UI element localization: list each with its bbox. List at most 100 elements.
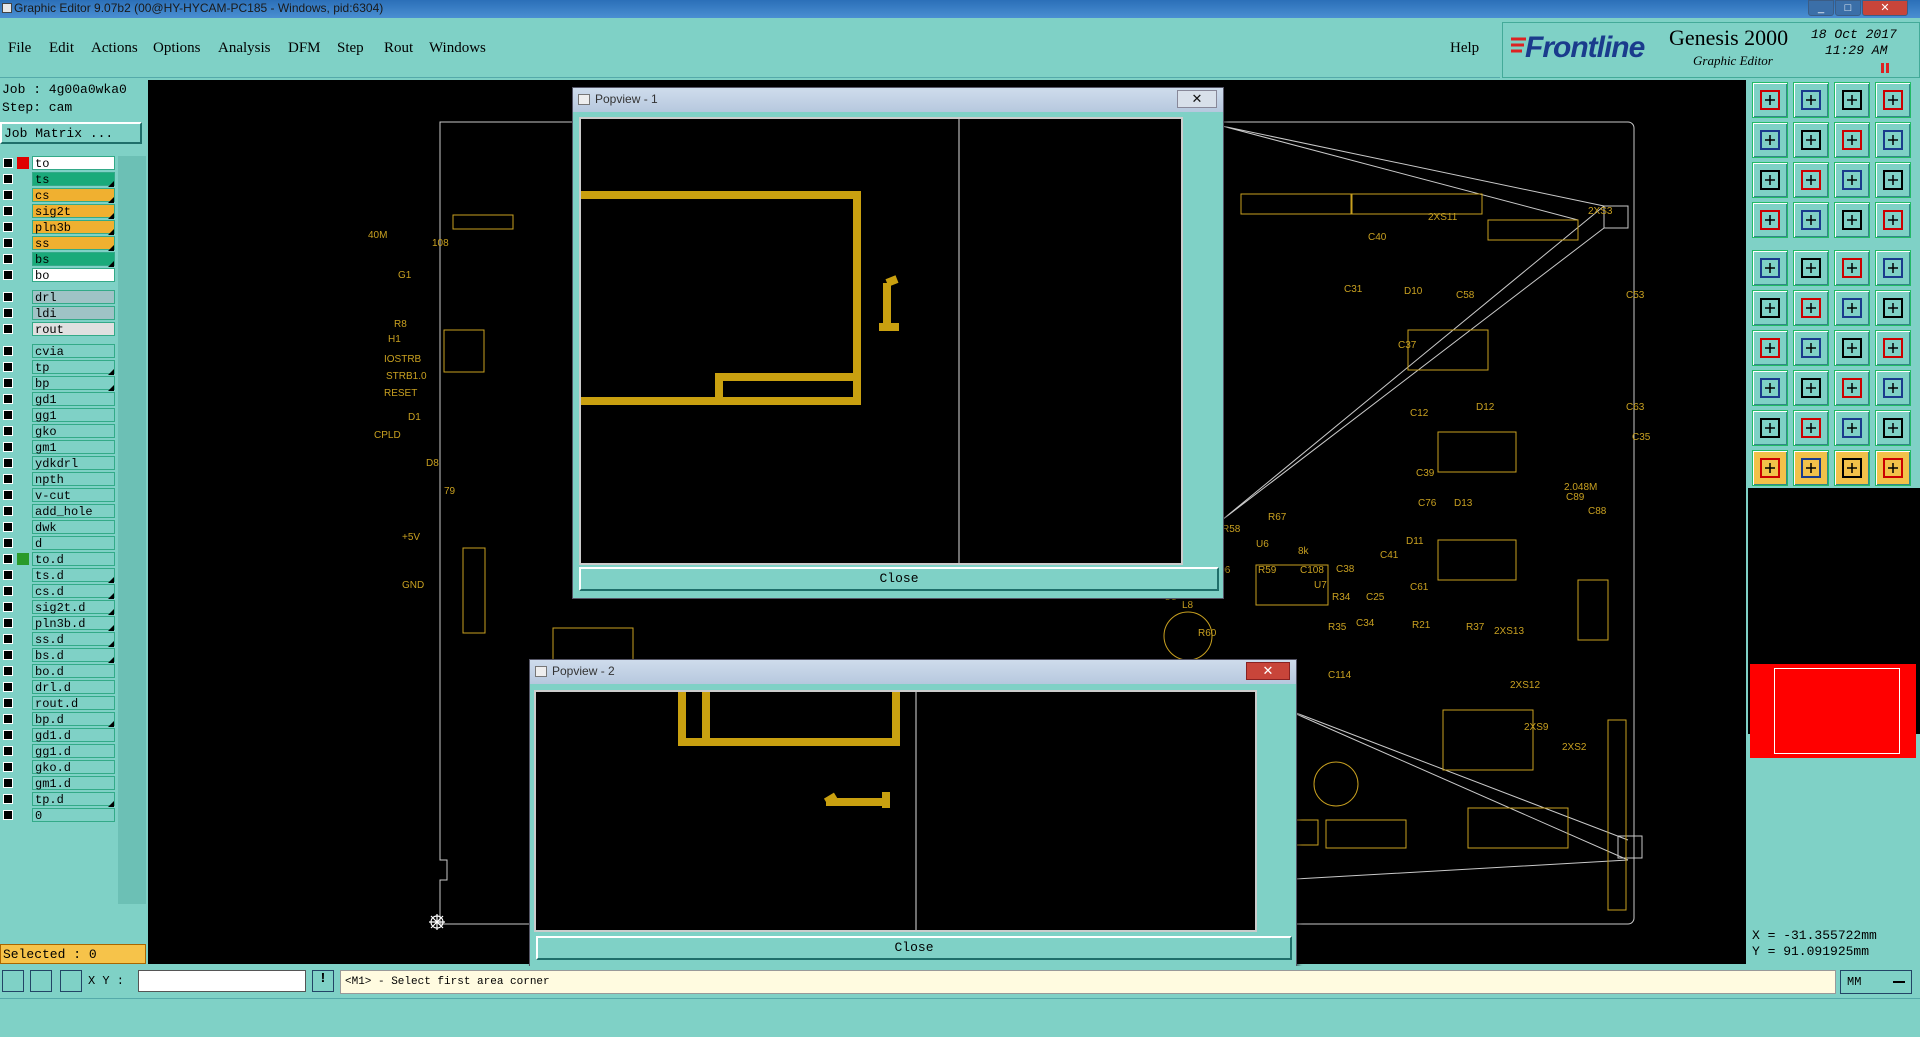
- layer-name[interactable]: bo: [32, 268, 115, 283]
- layer-name[interactable]: gm1: [32, 440, 115, 455]
- menu-actions[interactable]: Actions: [91, 40, 138, 57]
- layer-row-cs.d[interactable]: cs.d: [0, 584, 118, 599]
- layer-checkbox[interactable]: [3, 394, 13, 404]
- pointer-icon[interactable]: [1752, 450, 1788, 486]
- help-icon[interactable]: [1875, 162, 1911, 198]
- line2-icon[interactable]: [1793, 330, 1829, 366]
- job-matrix-button[interactable]: Job Matrix ...: [0, 122, 142, 144]
- layer-name[interactable]: gg1.d: [32, 744, 115, 759]
- layer-checkbox[interactable]: [3, 682, 13, 692]
- layer-checkbox[interactable]: [3, 474, 13, 484]
- layer-row-to[interactable]: to: [0, 156, 118, 171]
- pointer2-icon[interactable]: [1793, 450, 1829, 486]
- popview-2-close-icon[interactable]: ✕: [1246, 662, 1290, 680]
- layer-row-sig2t.d[interactable]: sig2t.d: [0, 600, 118, 615]
- layer-row-gko[interactable]: gko: [0, 424, 118, 439]
- layer-row-gko.d[interactable]: gko.d: [0, 760, 118, 775]
- pointer3-icon[interactable]: [1834, 450, 1870, 486]
- layer-name[interactable]: cs: [32, 188, 115, 203]
- layer-name[interactable]: ldi: [32, 306, 115, 321]
- layer-name[interactable]: sig2t.d: [32, 600, 115, 615]
- layer-name[interactable]: to.d: [32, 552, 115, 567]
- layer-row-ss.d[interactable]: ss.d: [0, 632, 118, 647]
- tools-icon[interactable]: [1752, 202, 1788, 238]
- layer-checkbox[interactable]: [3, 190, 13, 200]
- snap-icon[interactable]: [1875, 122, 1911, 158]
- overview-panel[interactable]: [1748, 488, 1920, 758]
- layer-row-add_hole[interactable]: add_hole: [0, 504, 118, 519]
- layer-checkbox[interactable]: [3, 538, 13, 548]
- layer-row-pln3b.d[interactable]: pln3b.d: [0, 616, 118, 631]
- layer-row-bo.d[interactable]: bo.d: [0, 664, 118, 679]
- line-icon[interactable]: [1752, 330, 1788, 366]
- menu-options[interactable]: Options: [153, 40, 201, 57]
- snap-tool-icon[interactable]: [2, 970, 24, 992]
- layer-name[interactable]: gd1: [32, 392, 115, 407]
- layer-name[interactable]: dwk: [32, 520, 115, 535]
- layer-checkbox[interactable]: [3, 346, 13, 356]
- layer-row-v-cut[interactable]: v-cut: [0, 488, 118, 503]
- popview-1-canvas[interactable]: [579, 117, 1183, 565]
- layer-name[interactable]: ss.d: [32, 632, 115, 647]
- layer-name[interactable]: pln3b.d: [32, 616, 115, 631]
- layer-checkbox[interactable]: [3, 206, 13, 216]
- layer-name[interactable]: ss: [32, 236, 115, 251]
- layer-row-drl[interactable]: drl: [0, 290, 118, 305]
- grid-tool-icon[interactable]: [60, 970, 82, 992]
- layer-checkbox[interactable]: [3, 442, 13, 452]
- layer-name[interactable]: rout: [32, 322, 115, 337]
- layer-down-icon[interactable]: [1793, 82, 1829, 118]
- layer-up-icon[interactable]: [1752, 82, 1788, 118]
- cross-icon[interactable]: [1793, 290, 1829, 326]
- layer-row-ss[interactable]: ss: [0, 236, 118, 251]
- layer-checkbox[interactable]: [3, 698, 13, 708]
- layer-name[interactable]: ts: [32, 172, 115, 187]
- layer-checkbox[interactable]: [3, 174, 13, 184]
- layer-checkbox[interactable]: [3, 308, 13, 318]
- units-selector[interactable]: MM: [1840, 970, 1912, 994]
- cluster-icon[interactable]: [1875, 370, 1911, 406]
- layer-row-tp.d[interactable]: tp.d: [0, 792, 118, 807]
- layer-checkbox[interactable]: [3, 762, 13, 772]
- popview-1-close-button[interactable]: Close: [579, 567, 1219, 591]
- layer-row-ydkdrl[interactable]: ydkdrl: [0, 456, 118, 471]
- select-icon[interactable]: [1875, 202, 1911, 238]
- pan-left-icon[interactable]: [1752, 122, 1788, 158]
- layer-checkbox[interactable]: [3, 238, 13, 248]
- layer-row-ts.d[interactable]: ts.d: [0, 568, 118, 583]
- layer-name[interactable]: 0: [32, 808, 115, 823]
- pointer4-icon[interactable]: [1875, 450, 1911, 486]
- layer-checkbox[interactable]: [3, 666, 13, 676]
- measure-icon[interactable]: [1834, 250, 1870, 286]
- layer-row-gm1.d[interactable]: gm1.d: [0, 776, 118, 791]
- layer-checkbox[interactable]: [3, 634, 13, 644]
- layer-name[interactable]: rout.d: [32, 696, 115, 711]
- home-icon[interactable]: [1834, 82, 1870, 118]
- layer-name[interactable]: gko: [32, 424, 115, 439]
- arc2-icon[interactable]: [1875, 290, 1911, 326]
- layer-name[interactable]: ydkdrl: [32, 456, 115, 471]
- layer-checkbox[interactable]: [3, 324, 13, 334]
- layer-checkbox[interactable]: [3, 426, 13, 436]
- layer-name[interactable]: pln3b: [32, 220, 115, 235]
- layer-row-to.d[interactable]: to.d: [0, 552, 118, 567]
- xy-input[interactable]: [138, 970, 306, 992]
- layer-row-0[interactable]: 0: [0, 808, 118, 823]
- measure-tool-icon[interactable]: [30, 970, 52, 992]
- layer-checkbox[interactable]: [3, 730, 13, 740]
- menu-windows[interactable]: Windows: [429, 40, 486, 57]
- layer-name[interactable]: ts.d: [32, 568, 115, 583]
- layer-row-cs[interactable]: cs: [0, 188, 118, 203]
- menu-step[interactable]: Step: [337, 40, 364, 57]
- layer-checkbox[interactable]: [3, 506, 13, 516]
- layer-row-bp[interactable]: bp: [0, 376, 118, 391]
- layer-row-rout.d[interactable]: rout.d: [0, 696, 118, 711]
- layer-checkbox[interactable]: [3, 794, 13, 804]
- layer-checkbox[interactable]: [3, 410, 13, 420]
- menu-edit[interactable]: Edit: [49, 40, 74, 57]
- layer-name[interactable]: add_hole: [32, 504, 115, 519]
- layer-checkbox[interactable]: [3, 254, 13, 264]
- layer-row-bp.d[interactable]: bp.d: [0, 712, 118, 727]
- layer-name[interactable]: gko.d: [32, 760, 115, 775]
- fit-icon[interactable]: [1834, 122, 1870, 158]
